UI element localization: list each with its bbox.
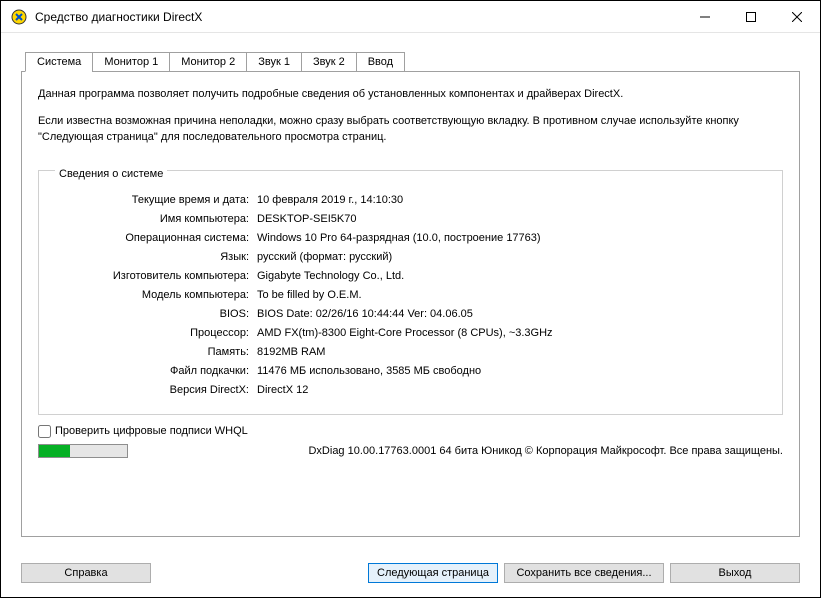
row-memory: Память: 8192MB RAM <box>57 343 764 362</box>
value-cpu: AMD FX(tm)-8300 Eight-Core Processor (8 … <box>257 324 764 343</box>
label-directx: Версия DirectX: <box>57 381 257 400</box>
label-bios: BIOS: <box>57 305 257 324</box>
window-controls <box>682 1 820 33</box>
tab-input[interactable]: Ввод <box>356 52 405 72</box>
close-button[interactable] <box>774 1 820 33</box>
intro-p2: Если известна возможная причина неполадк… <box>38 113 783 146</box>
tab-strip: Система Монитор 1 Монитор 2 Звук 1 Звук … <box>21 52 800 72</box>
row-cpu: Процессор: AMD FX(tm)-8300 Eight-Core Pr… <box>57 324 764 343</box>
row-pagefile: Файл подкачки: 11476 МБ использовано, 35… <box>57 362 764 381</box>
save-all-button[interactable]: Сохранить все сведения... <box>504 563 664 583</box>
bottom-area: Проверить цифровые подписи WHQL DxDiag 1… <box>38 425 783 458</box>
label-datetime: Текущие время и дата: <box>57 191 257 210</box>
label-os: Операционная система: <box>57 229 257 248</box>
value-computer: DESKTOP-SEI5K70 <box>257 210 764 229</box>
value-memory: 8192MB RAM <box>257 343 764 362</box>
value-manufacturer: Gigabyte Technology Co., Ltd. <box>257 267 764 286</box>
label-cpu: Процессор: <box>57 324 257 343</box>
tab-monitor1[interactable]: Монитор 1 <box>92 52 170 72</box>
titlebar: Средство диагностики DirectX <box>1 1 820 33</box>
status-text: DxDiag 10.00.17763.0001 64 бита Юникод ©… <box>140 445 783 457</box>
tab-sound2[interactable]: Звук 2 <box>301 52 357 72</box>
dxdiag-icon <box>11 9 27 25</box>
value-lang: русский (формат: русский) <box>257 248 764 267</box>
row-manufacturer: Изготовитель компьютера: Gigabyte Techno… <box>57 267 764 286</box>
button-spacer <box>157 563 362 583</box>
tab-sound1[interactable]: Звук 1 <box>246 52 302 72</box>
row-lang: Язык: русский (формат: русский) <box>57 248 764 267</box>
intro-text: Данная программа позволяет получить подр… <box>38 86 783 156</box>
tab-monitor2[interactable]: Монитор 2 <box>169 52 247 72</box>
label-model: Модель компьютера: <box>57 286 257 305</box>
button-bar: Справка Следующая страница Сохранить все… <box>1 553 820 597</box>
row-datetime: Текущие время и дата: 10 февраля 2019 г.… <box>57 191 764 210</box>
value-model: To be filled by O.E.M. <box>257 286 764 305</box>
content-area: Система Монитор 1 Монитор 2 Звук 1 Звук … <box>1 33 820 553</box>
row-computer: Имя компьютера: DESKTOP-SEI5K70 <box>57 210 764 229</box>
whql-checkbox[interactable] <box>38 425 51 438</box>
minimize-icon <box>700 12 710 22</box>
row-bios: BIOS: BIOS Date: 02/26/16 10:44:44 Ver: … <box>57 305 764 324</box>
intro-p1: Данная программа позволяет получить подр… <box>38 86 783 103</box>
label-lang: Язык: <box>57 248 257 267</box>
row-model: Модель компьютера: To be filled by O.E.M… <box>57 286 764 305</box>
value-os: Windows 10 Pro 64-разрядная (10.0, постр… <box>257 229 764 248</box>
exit-button[interactable]: Выход <box>670 563 800 583</box>
close-icon <box>792 12 802 22</box>
value-datetime: 10 февраля 2019 г., 14:10:30 <box>257 191 764 210</box>
status-row: DxDiag 10.00.17763.0001 64 бита Юникод ©… <box>38 444 783 458</box>
window-title: Средство диагностики DirectX <box>35 10 682 24</box>
help-button[interactable]: Справка <box>21 563 151 583</box>
value-directx: DirectX 12 <box>257 381 764 400</box>
value-bios: BIOS Date: 02/26/16 10:44:44 Ver: 04.06.… <box>257 305 764 324</box>
fieldset-title: Сведения о системе <box>55 168 167 180</box>
tab-system[interactable]: Система <box>25 52 93 72</box>
dxdiag-window: Средство диагностики DirectX Система Мон… <box>0 0 821 598</box>
label-memory: Память: <box>57 343 257 362</box>
whql-checkbox-label: Проверить цифровые подписи WHQL <box>55 425 248 437</box>
tab-panel: Данная программа позволяет получить подр… <box>21 71 800 537</box>
row-os: Операционная система: Windows 10 Pro 64-… <box>57 229 764 248</box>
system-info-fieldset: Сведения о системе Текущие время и дата:… <box>38 170 783 415</box>
value-pagefile: 11476 МБ использовано, 3585 МБ свободно <box>257 362 764 381</box>
next-page-button[interactable]: Следующая страница <box>368 563 498 583</box>
info-table: Текущие время и дата: 10 февраля 2019 г.… <box>57 191 764 400</box>
progress-fill <box>39 445 70 457</box>
maximize-button[interactable] <box>728 1 774 33</box>
maximize-icon <box>746 12 756 22</box>
whql-checkbox-row[interactable]: Проверить цифровые подписи WHQL <box>38 425 783 438</box>
row-directx: Версия DirectX: DirectX 12 <box>57 381 764 400</box>
progress-bar <box>38 444 128 458</box>
label-pagefile: Файл подкачки: <box>57 362 257 381</box>
minimize-button[interactable] <box>682 1 728 33</box>
label-manufacturer: Изготовитель компьютера: <box>57 267 257 286</box>
label-computer: Имя компьютера: <box>57 210 257 229</box>
